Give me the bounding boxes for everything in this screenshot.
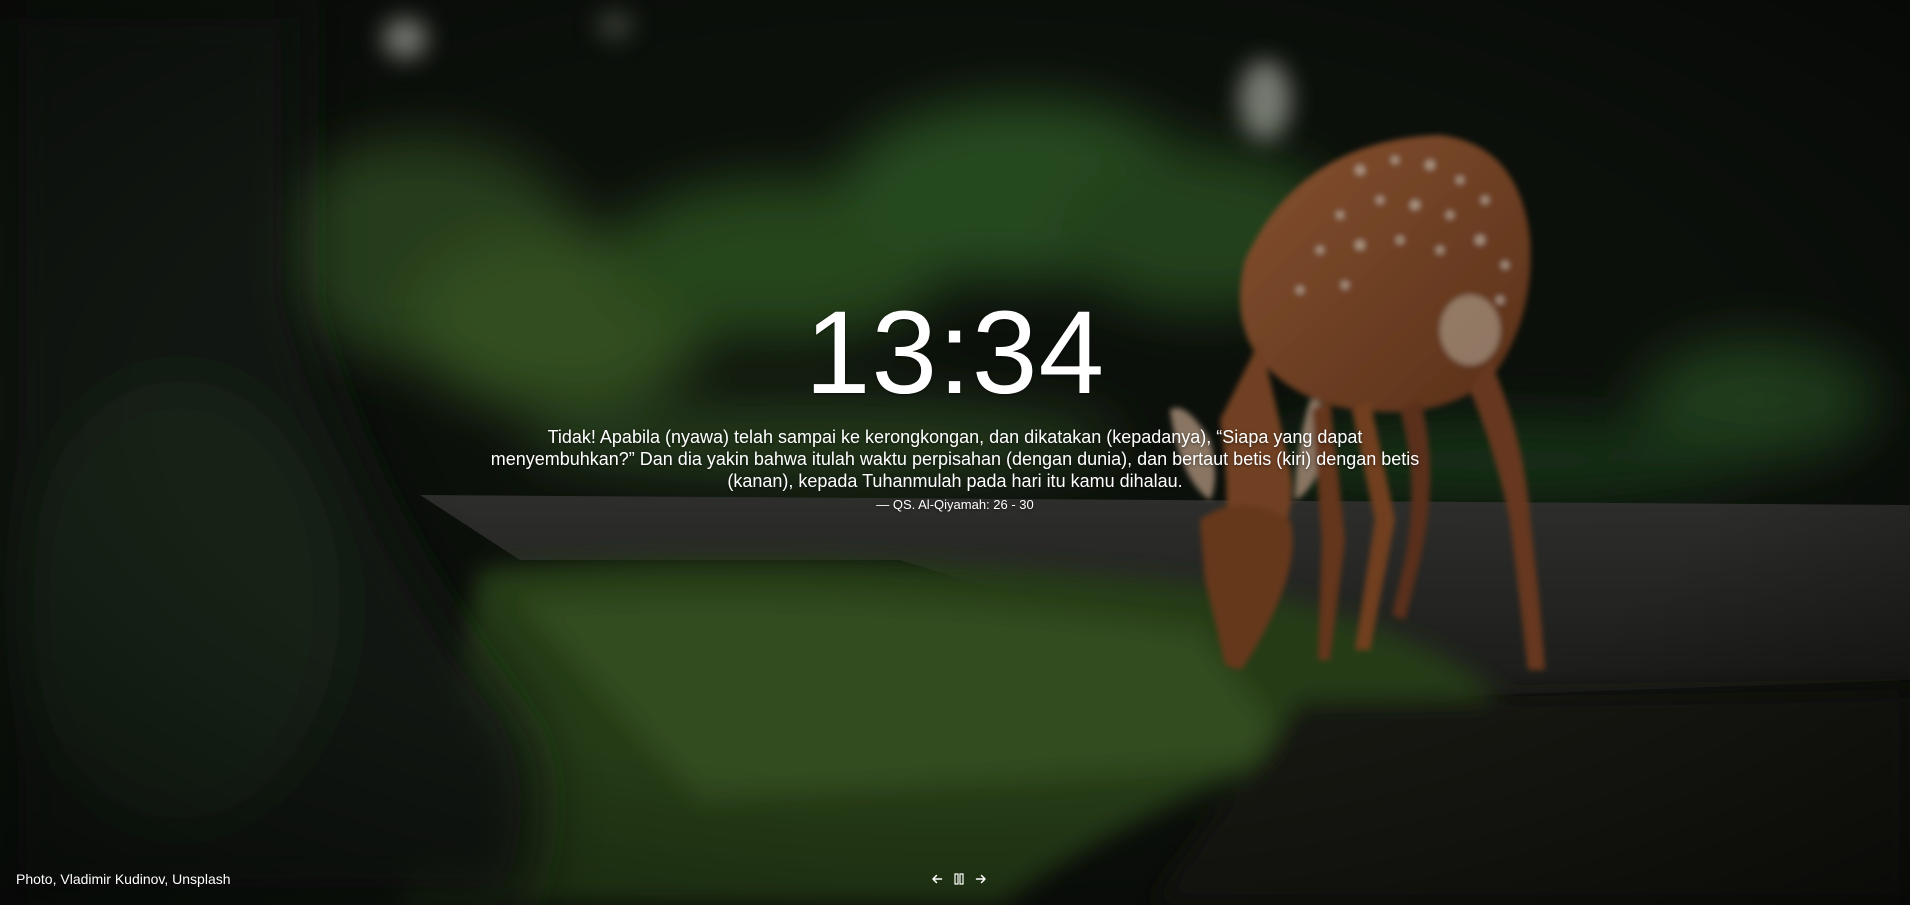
- quote-text: Tidak! Apabila (nyawa) telah sampai ke k…: [490, 427, 1420, 491]
- quote-source: — QS. Al-Qiyamah: 26 - 30: [876, 497, 1034, 512]
- next-button[interactable]: [974, 870, 988, 888]
- clock-and-quote: 13:34 Tidak! Apabila (nyawa) telah sampa…: [455, 288, 1455, 513]
- arrow-right-icon: [975, 873, 987, 885]
- photo-credit: Photo, Vladimir Kudinov, Unsplash: [16, 871, 231, 887]
- previous-button[interactable]: [930, 870, 944, 888]
- pause-button[interactable]: [952, 870, 966, 888]
- pause-icon: [954, 873, 964, 885]
- clock-time: 13:34: [804, 287, 1106, 419]
- arrow-left-icon: [931, 873, 943, 885]
- slideshow-controls: [930, 870, 988, 888]
